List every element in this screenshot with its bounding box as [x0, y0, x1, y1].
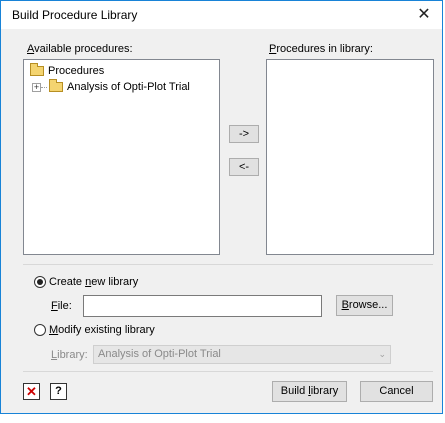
cancel-button[interactable]: Cancel: [360, 381, 433, 402]
available-procedures-label: Available procedures:: [27, 43, 133, 55]
add-to-library-button[interactable]: ->: [229, 125, 259, 143]
modify-existing-library-label: Modify existing library: [49, 324, 155, 336]
file-field[interactable]: [83, 295, 322, 317]
procedures-in-library-label: Procedures in library:: [269, 43, 373, 55]
tree-item-analysis-of-opti-plot-trial[interactable]: + Analysis of Opti-Plot Trial: [32, 79, 190, 95]
build-procedure-library-dialog: Build Procedure Library ✕ Available proc…: [0, 0, 443, 414]
folder-icon: [30, 63, 44, 76]
available-procedures-tree[interactable]: Procedures + Analysis of Opti-Plot Trial: [23, 59, 220, 255]
create-new-library-label: Create new library: [49, 276, 139, 288]
library-select[interactable]: Analysis of Opti-Plot Trial ⌄: [93, 345, 391, 364]
tree-item-label: Procedures: [48, 65, 105, 77]
browse-button[interactable]: Browse...: [336, 295, 393, 316]
tree-item-label: Analysis of Opti-Plot Trial: [67, 81, 190, 93]
expand-icon[interactable]: +: [32, 82, 41, 92]
library-label: Library:: [51, 349, 88, 361]
folder-icon: [49, 79, 63, 92]
tree-item-procedures[interactable]: Procedures: [30, 63, 104, 79]
tree-connector: [41, 86, 47, 88]
divider: [23, 264, 433, 265]
clear-icon[interactable]: ✕: [23, 383, 40, 400]
divider: [23, 371, 433, 372]
modify-existing-library-radio[interactable]: [34, 324, 46, 336]
title-bar: Build Procedure Library ✕: [1, 1, 442, 29]
create-new-library-radio[interactable]: [34, 276, 46, 288]
window-title: Build Procedure Library: [12, 8, 138, 22]
file-label: File:: [51, 300, 72, 312]
chevron-down-icon: ⌄: [378, 349, 386, 359]
close-icon[interactable]: ✕: [412, 4, 436, 26]
help-icon[interactable]: ?: [50, 383, 67, 400]
build-library-button[interactable]: Build library: [272, 381, 347, 402]
remove-from-library-button[interactable]: <-: [229, 158, 259, 176]
procedures-in-library-list[interactable]: [266, 59, 434, 255]
